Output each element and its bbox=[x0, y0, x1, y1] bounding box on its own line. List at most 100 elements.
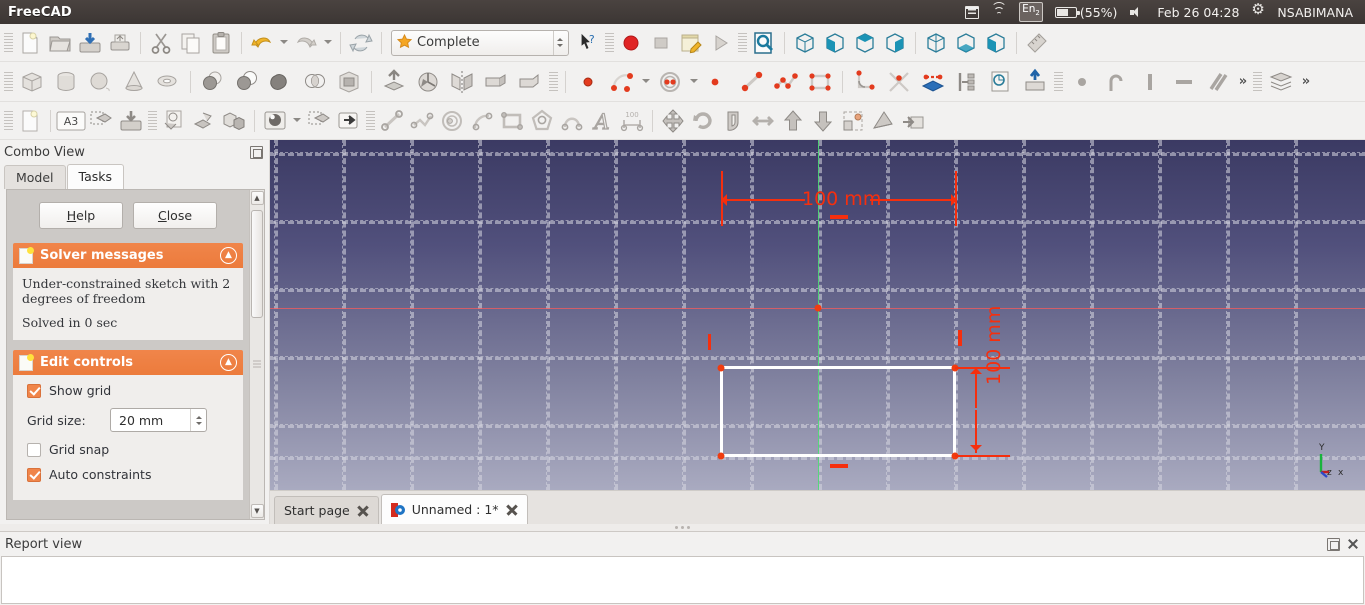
scrollbar-thumb[interactable] bbox=[251, 210, 263, 318]
sketch-edge-right[interactable] bbox=[953, 366, 956, 457]
sketch-edge-bottom[interactable] bbox=[720, 454, 956, 457]
collapse-icon[interactable]: ▲ bbox=[220, 354, 237, 371]
workbench-spin[interactable] bbox=[553, 30, 566, 55]
section-button[interactable] bbox=[332, 66, 366, 98]
constrain-vertical-button[interactable] bbox=[1133, 66, 1167, 98]
arc-dropdown-arrow[interactable] bbox=[639, 68, 653, 96]
task-panel-scrollbar[interactable]: ▲ ▼ bbox=[249, 190, 264, 519]
grid-snap-checkbox[interactable] bbox=[27, 442, 41, 457]
fit-all-button[interactable] bbox=[749, 28, 779, 58]
annotation-button[interactable] bbox=[159, 106, 189, 136]
save-document-button[interactable] bbox=[75, 28, 105, 58]
ortho-views-button[interactable] bbox=[219, 106, 249, 136]
boolean-button[interactable] bbox=[196, 66, 230, 98]
close-icon[interactable] bbox=[1347, 538, 1359, 550]
create-conic-button[interactable] bbox=[701, 66, 735, 98]
undo-dropdown-arrow[interactable] bbox=[277, 29, 291, 57]
clip-button[interactable] bbox=[189, 106, 219, 136]
collapse-icon[interactable]: ▲ bbox=[220, 247, 237, 264]
fillet-button[interactable] bbox=[479, 66, 513, 98]
toolbar-overflow-chevron-2[interactable]: » bbox=[1298, 68, 1314, 96]
create-polyline-button[interactable] bbox=[769, 66, 803, 98]
whats-this-icon[interactable]: ? bbox=[573, 28, 603, 58]
draft-circle-button[interactable] bbox=[437, 106, 467, 136]
redo-dropdown-arrow[interactable] bbox=[321, 29, 335, 57]
grid-size-stepper[interactable] bbox=[190, 409, 206, 431]
upgrade-button[interactable] bbox=[778, 106, 808, 136]
paste-button[interactable] bbox=[206, 28, 236, 58]
constraint-mark[interactable] bbox=[708, 334, 711, 350]
insert-page-button[interactable] bbox=[15, 106, 45, 136]
sketch-vertex[interactable] bbox=[717, 364, 725, 372]
render-button[interactable] bbox=[334, 106, 364, 136]
intersection-button[interactable] bbox=[298, 66, 332, 98]
external-geometry-button[interactable] bbox=[916, 66, 950, 98]
session-indicator[interactable] bbox=[1251, 2, 1265, 19]
draft-wire-button[interactable] bbox=[407, 106, 437, 136]
axonometric-view-button[interactable] bbox=[790, 28, 820, 58]
shape-from-mesh-button[interactable] bbox=[868, 106, 898, 136]
toolbar-grip[interactable] bbox=[4, 32, 13, 53]
rotate-button[interactable] bbox=[688, 106, 718, 136]
page-template-label[interactable]: A3 bbox=[56, 106, 86, 136]
constrain-horizontal-button[interactable] bbox=[1167, 66, 1201, 98]
tab-model[interactable]: Model bbox=[4, 165, 66, 189]
create-line-button[interactable] bbox=[735, 66, 769, 98]
front-view-button[interactable] bbox=[820, 28, 850, 58]
toolbar-grip[interactable] bbox=[738, 32, 747, 53]
tab-tasks[interactable]: Tasks bbox=[66, 164, 125, 189]
mirror-button[interactable] bbox=[445, 66, 479, 98]
toolbar-grip[interactable] bbox=[4, 110, 13, 131]
union-button[interactable] bbox=[230, 66, 264, 98]
refresh-button[interactable] bbox=[346, 28, 376, 58]
constrain-parallel-button[interactable] bbox=[1201, 66, 1235, 98]
network-indicator[interactable] bbox=[991, 2, 1008, 18]
top-view-button[interactable] bbox=[850, 28, 880, 58]
right-view-button[interactable] bbox=[880, 28, 910, 58]
create-point-button[interactable] bbox=[571, 66, 605, 98]
toolbar-grip[interactable] bbox=[4, 71, 13, 92]
downgrade-button[interactable] bbox=[808, 106, 838, 136]
workbench-selector[interactable]: Complete bbox=[391, 29, 569, 56]
draft-bspline-button[interactable] bbox=[557, 106, 587, 136]
toolbar-grip[interactable] bbox=[549, 71, 558, 92]
box-primitive-button[interactable] bbox=[15, 66, 49, 98]
constraint-mark[interactable] bbox=[830, 464, 848, 468]
move-button[interactable] bbox=[658, 106, 688, 136]
create-arc-button[interactable] bbox=[605, 66, 639, 98]
close-icon[interactable] bbox=[506, 504, 518, 516]
circle-dropdown-arrow[interactable] bbox=[687, 68, 701, 96]
extrude-button[interactable] bbox=[377, 66, 411, 98]
grid-snap-row[interactable]: Grid snap bbox=[27, 442, 234, 457]
clock-indicator[interactable]: Feb 26 04:28 bbox=[1157, 5, 1239, 20]
scroll-down-button[interactable]: ▼ bbox=[250, 504, 264, 518]
constrain-arc-button[interactable] bbox=[1099, 66, 1133, 98]
print-button[interactable] bbox=[105, 28, 135, 58]
cut-button[interactable] bbox=[146, 28, 176, 58]
macro-record-button[interactable] bbox=[616, 28, 646, 58]
sketch-edge-top[interactable] bbox=[720, 366, 956, 369]
sketch-fillet-button[interactable] bbox=[848, 66, 882, 98]
copy-button[interactable] bbox=[176, 28, 206, 58]
measure-button[interactable] bbox=[1022, 28, 1052, 58]
draft-arc-button[interactable] bbox=[467, 106, 497, 136]
close-icon[interactable] bbox=[357, 505, 369, 517]
document-tab-unnamed[interactable]: Unnamed : 1* bbox=[380, 494, 528, 524]
create-rectangle-button[interactable] bbox=[803, 66, 837, 98]
show-grid-row[interactable]: Show grid bbox=[27, 383, 234, 398]
sketch-vertex[interactable] bbox=[717, 452, 725, 460]
bottom-view-button[interactable] bbox=[951, 28, 981, 58]
cut-shape-button[interactable] bbox=[264, 66, 298, 98]
raytracing-dropdown-arrow[interactable] bbox=[290, 107, 304, 135]
redo-button[interactable] bbox=[291, 28, 321, 58]
view-section-button[interactable] bbox=[984, 66, 1018, 98]
cone-primitive-button[interactable] bbox=[117, 66, 151, 98]
close-button[interactable]: Close bbox=[133, 202, 217, 229]
raytracing-project-button[interactable] bbox=[260, 106, 290, 136]
draft-polygon-button[interactable] bbox=[527, 106, 557, 136]
revolve-button[interactable] bbox=[411, 66, 445, 98]
toolbar-grip[interactable] bbox=[605, 32, 614, 53]
layers-button[interactable] bbox=[1264, 66, 1298, 98]
document-tab-start-page[interactable]: Start page bbox=[274, 496, 379, 524]
panel-splitter[interactable] bbox=[0, 524, 1365, 531]
